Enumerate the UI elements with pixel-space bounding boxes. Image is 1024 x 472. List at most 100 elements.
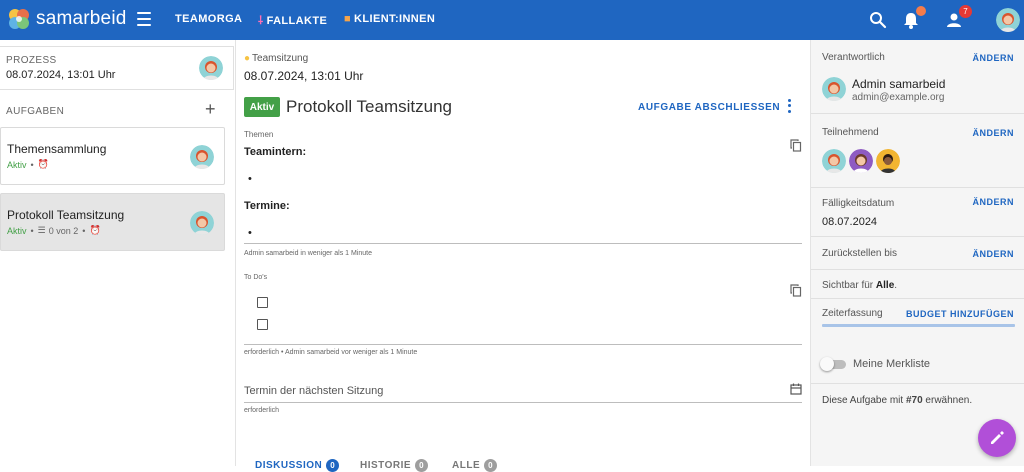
- folder-icon: ●: [244, 53, 251, 64]
- themen-heading-teamintern: Teamintern:: [244, 146, 307, 158]
- task-date: 08.07.2024, 13:01 Uhr: [244, 69, 364, 83]
- participants-section: Teilnehmend ÄNDERN: [811, 114, 1024, 188]
- menu-icon[interactable]: [137, 12, 151, 26]
- users-badge: 7: [959, 5, 972, 18]
- change-responsible-button[interactable]: ÄNDERN: [972, 53, 1014, 63]
- next-meeting-input[interactable]: Termin der nächsten Sitzung: [244, 385, 383, 397]
- users-badge-count: 7: [963, 7, 968, 16]
- process-date: 08.07.2024, 13:01 Uhr: [6, 69, 116, 81]
- task-meta: Aktiv • ☰ 0 von 2 • ⏰: [7, 225, 101, 236]
- more-vert-icon[interactable]: [786, 98, 792, 114]
- nav-fallakte[interactable]: ⸸ FALLAKTE: [258, 13, 327, 28]
- field-underline: [244, 402, 802, 403]
- bookmark-section: Meine Merkliste: [811, 329, 1024, 384]
- pencil-icon: [991, 431, 1004, 444]
- box-icon: ■: [344, 13, 352, 25]
- breadcrumb-label: Teamsitzung: [252, 53, 309, 64]
- participant-avatar[interactable]: [849, 149, 873, 173]
- checklist-progress: 0 von 2: [48, 225, 79, 236]
- edit-fab-button[interactable]: [978, 419, 1016, 457]
- task-title: Protokoll Teamsitzung: [7, 208, 125, 222]
- page-title: Protokoll Teamsitzung: [286, 97, 452, 116]
- todos-footer: erforderlich • Admin samarbeid vor wenig…: [244, 349, 418, 356]
- due-date-value: 08.07.2024: [822, 216, 878, 228]
- todos-label: To Do's: [244, 274, 268, 281]
- bullet-item[interactable]: •: [248, 227, 252, 239]
- defer-label: Zurückstellen bis: [822, 248, 898, 259]
- due-date-section: Fälligkeitsdatum ÄNDERN 08.07.2024: [811, 188, 1024, 237]
- right-sidebar: Verantwortlich ÄNDERN Admin samarbeid ad…: [810, 40, 1024, 466]
- task-card-protokoll[interactable]: Protokoll Teamsitzung Aktiv • ☰ 0 von 2 …: [0, 193, 225, 251]
- responsible-avatar: [822, 77, 846, 101]
- todo-checkbox[interactable]: [257, 319, 268, 330]
- nav-teamorga[interactable]: TEAMORGA: [175, 13, 242, 25]
- samarbeid-logo-icon: [9, 9, 29, 29]
- alarm-clock-icon: ⏰: [37, 159, 49, 169]
- visibility-section: Sichtbar für Alle.: [811, 270, 1024, 299]
- change-defer-button[interactable]: ÄNDERN: [972, 249, 1014, 259]
- participant-avatar[interactable]: [876, 149, 900, 173]
- themen-footer: Admin samarbeid in weniger als 1 Minute: [244, 250, 373, 257]
- participant-avatar[interactable]: [822, 149, 846, 173]
- bookmark-label: Meine Merkliste: [853, 358, 931, 370]
- todo-checkbox[interactable]: [257, 297, 268, 308]
- pin-icon: ⸸: [258, 15, 264, 27]
- nav-klient[interactable]: ■ KLIENT:INNEN: [344, 13, 435, 25]
- responsible-section: Verantwortlich ÄNDERN Admin samarbeid ad…: [811, 40, 1024, 114]
- checklist-icon: ☰: [37, 225, 46, 235]
- app-logo[interactable]: samarbeid: [8, 8, 127, 30]
- user-avatar[interactable]: [996, 8, 1020, 32]
- time-tracking-label: Zeiterfassung: [822, 308, 883, 319]
- process-label: PROZESS: [6, 55, 57, 66]
- defer-section: Zurückstellen bis ÄNDERN: [811, 237, 1024, 270]
- nav-fallakte-label: FALLAKTE: [266, 14, 328, 27]
- notification-badge: [916, 6, 926, 16]
- time-progress-bar: [822, 324, 1015, 327]
- tasks-label: AUFGABEN: [6, 106, 65, 117]
- toggle-thumb: [820, 357, 834, 371]
- status-chip: Aktiv: [244, 97, 280, 117]
- top-app-bar: samarbeid TEAMORGA ⸸ FALLAKTE ■ KLIENT:I…: [0, 0, 1024, 40]
- complete-task-button[interactable]: AUFGABE ABSCHLIESSEN: [638, 102, 780, 113]
- nav-teamorga-label: TEAMORGA: [175, 13, 243, 25]
- participants-label: Teilnehmend: [822, 127, 879, 138]
- field-underline: [244, 243, 802, 244]
- themen-heading-termine: Termine:: [244, 200, 290, 212]
- responsible-name: Admin samarbeid: [852, 77, 946, 91]
- task-status: Aktiv: [7, 159, 27, 170]
- meta-separator: •: [30, 159, 34, 170]
- mention-hint: Diese Aufgabe mit #70 erwähnen.: [822, 395, 973, 406]
- change-participants-button[interactable]: ÄNDERN: [972, 128, 1014, 138]
- copy-icon[interactable]: [790, 139, 802, 152]
- alarm-clock-icon: ⏰: [89, 225, 101, 235]
- process-avatar: [199, 56, 223, 80]
- calendar-icon[interactable]: [790, 383, 802, 395]
- bullet-item[interactable]: •: [248, 173, 252, 185]
- meta-separator: •: [82, 225, 86, 236]
- meta-separator: •: [30, 225, 34, 236]
- breadcrumb[interactable]: ● Teamsitzung: [244, 53, 308, 64]
- due-date-label: Fälligkeitsdatum: [822, 198, 895, 209]
- task-assignee-avatar: [190, 211, 214, 235]
- app-name: samarbeid: [36, 8, 127, 29]
- copy-icon[interactable]: [790, 284, 802, 297]
- search-icon[interactable]: [868, 10, 888, 30]
- visibility-text: Sichtbar für Alle.: [822, 280, 898, 291]
- termin-footer: erforderlich: [244, 407, 280, 414]
- task-card-themensammlung[interactable]: Themensammlung Aktiv • ⏰: [0, 127, 225, 185]
- process-card[interactable]: PROZESS 08.07.2024, 13:01 Uhr: [0, 46, 234, 90]
- time-tracking-section: Zeiterfassung BUDGET HINZUFÜGEN: [811, 299, 1024, 329]
- change-due-date-button[interactable]: ÄNDERN: [972, 197, 1014, 207]
- themen-label: Themen: [244, 130, 274, 139]
- task-meta: Aktiv • ⏰: [7, 159, 49, 170]
- nav-klient-label: KLIENT:INNEN: [354, 13, 436, 25]
- add-budget-button[interactable]: BUDGET HINZUFÜGEN: [906, 309, 1014, 319]
- task-assignee-avatar: [190, 145, 214, 169]
- left-panel: PROZESS 08.07.2024, 13:01 Uhr AUFGABEN +…: [0, 40, 236, 466]
- task-status: Aktiv: [7, 225, 27, 236]
- task-title: Themensammlung: [7, 142, 107, 156]
- field-underline: [244, 344, 802, 345]
- responsible-label: Verantwortlich: [822, 52, 885, 63]
- responsible-email: admin@example.org: [852, 92, 945, 103]
- add-task-button[interactable]: +: [205, 99, 216, 120]
